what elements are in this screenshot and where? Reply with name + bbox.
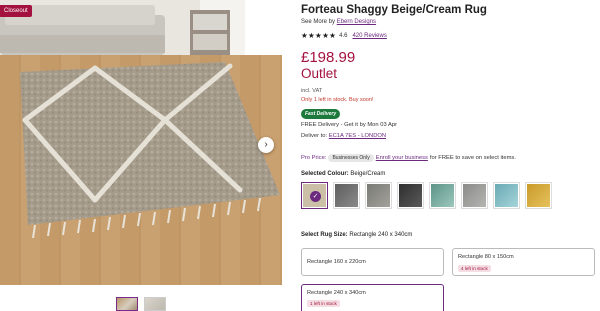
deliver-to-row: Deliver to: EC1A 7ES - LONDON: [301, 133, 386, 139]
swatch-4[interactable]: [397, 182, 424, 209]
vat-note: incl. VAT: [301, 88, 323, 94]
size-stock-badge: 1 left in stock: [307, 300, 340, 307]
check-icon: ✓: [310, 191, 321, 202]
chevron-right-icon: ›: [264, 139, 268, 150]
deliver-to-label: Deliver to:: [301, 133, 328, 139]
size-label-text: Select Rug Size:: [301, 232, 348, 238]
outlet-label: Outlet: [301, 66, 338, 81]
rating-row: ★★★★★ 4.6 420 Reviews: [301, 31, 387, 40]
product-main-image[interactable]: Closeout ›: [0, 0, 282, 285]
businesses-only-badge: Businesses Only: [328, 154, 374, 162]
see-more-line: See More by Ebern Designs: [301, 19, 376, 25]
rug-room-photo: [0, 0, 282, 285]
thumbnail-1[interactable]: [116, 297, 138, 311]
closeout-badge: Closeout: [0, 5, 32, 17]
selected-colour-label: Selected Colour: Beige/Cream: [301, 171, 385, 177]
deliver-location-link[interactable]: EC1A 7ES - LONDON: [329, 133, 386, 139]
pro-price-label: Pro Price:: [301, 155, 327, 161]
pro-price-row: Pro Price: Businesses Only Enroll your b…: [301, 154, 516, 162]
next-image-button[interactable]: ›: [258, 137, 274, 153]
image-gallery: Closeout ›: [0, 0, 282, 311]
enroll-suffix: for FREE to save on select items.: [429, 155, 516, 161]
size-option-name: Rectangle 80 x 150cm: [458, 254, 514, 260]
enroll-business-link[interactable]: Enroll your business: [376, 155, 428, 161]
free-delivery-text: FREE Delivery - Get it by Mon 03 Apr: [301, 122, 398, 128]
size-option-240x340[interactable]: Rectangle 240 x 340cm 1 left in stock: [301, 284, 444, 311]
size-stock-badge: 4 left in stock: [458, 265, 491, 272]
stock-notice: Only 1 left in stock. Buy soon!: [301, 97, 374, 103]
swatch-7[interactable]: [493, 182, 520, 209]
size-option-160x220[interactable]: Rectangle 160 x 220cm: [301, 248, 444, 276]
swatch-2[interactable]: [333, 182, 360, 209]
rug-size-label: Select Rug Size: Rectangle 240 x 340cm: [301, 232, 412, 238]
swatch-3[interactable]: [365, 182, 392, 209]
colour-swatches: ✓: [301, 182, 552, 209]
swatch-beige-cream[interactable]: ✓: [301, 182, 328, 209]
brand-link[interactable]: Ebern Designs: [337, 19, 376, 25]
size-option-80x150[interactable]: Rectangle 80 x 150cm 4 left in stock: [452, 248, 595, 276]
star-rating-icon: ★★★★★: [301, 31, 337, 40]
see-more-prefix: See More by: [301, 19, 336, 25]
size-option-name: Rectangle 240 x 340cm: [307, 290, 366, 296]
colour-label-text: Selected Colour:: [301, 171, 349, 177]
colour-value: Beige/Cream: [350, 171, 386, 177]
thumbnail-strip: [116, 297, 166, 311]
size-option-name: Rectangle 160 x 220cm: [307, 259, 366, 265]
swatch-6[interactable]: [461, 182, 488, 209]
product-title: Forteau Shaggy Beige/Cream Rug: [301, 4, 487, 16]
product-price: £198.99: [301, 49, 356, 66]
swatch-5[interactable]: [429, 182, 456, 209]
swatch-8[interactable]: [525, 182, 552, 209]
rating-value: 4.6: [339, 32, 348, 39]
size-value: Rectangle 240 x 340cm: [349, 232, 413, 238]
reviews-link[interactable]: 420 Reviews: [352, 33, 386, 39]
thumbnail-2[interactable]: [144, 297, 166, 311]
fast-delivery-badge: Fast Delivery: [301, 109, 341, 119]
